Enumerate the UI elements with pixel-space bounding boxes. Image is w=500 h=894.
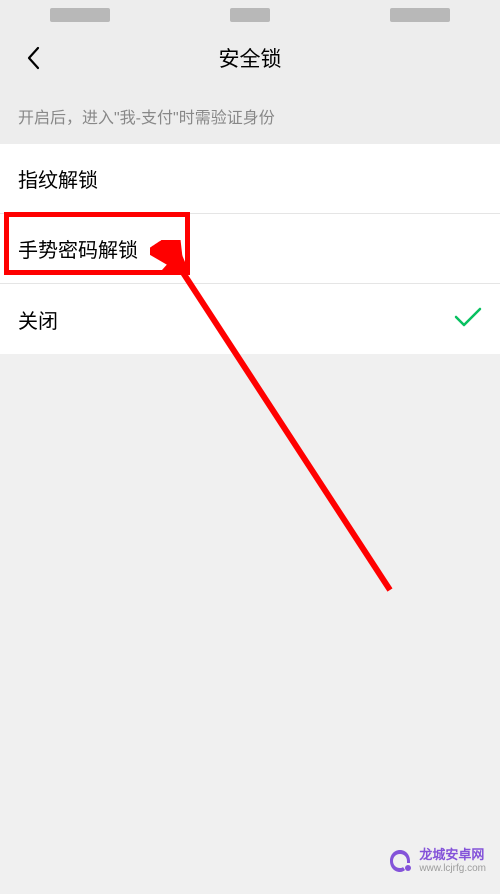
chevron-left-icon	[26, 46, 40, 70]
section-hint: 开启后，进入"我-支付"时需验证身份	[0, 86, 500, 144]
back-button[interactable]	[18, 43, 48, 73]
page-title: 安全锁	[219, 43, 282, 73]
watermark: 龙城安卓网 www.lcjrfg.com	[387, 848, 486, 874]
empty-content	[0, 354, 500, 894]
option-fingerprint[interactable]: 指纹解锁	[0, 144, 500, 214]
option-close[interactable]: 关闭	[0, 284, 500, 354]
option-gesture-password[interactable]: 手势密码解锁	[0, 214, 500, 284]
status-right-obscured	[390, 8, 450, 22]
option-label: 手势密码解锁	[18, 234, 138, 263]
status-bar	[0, 0, 500, 30]
watermark-text: 龙城安卓网 www.lcjrfg.com	[419, 848, 486, 873]
options-list: 指纹解锁 手势密码解锁 关闭	[0, 144, 500, 354]
status-center-obscured	[230, 8, 270, 22]
status-left-obscured	[50, 8, 110, 22]
option-label: 关闭	[18, 305, 58, 334]
watermark-cn: 龙城安卓网	[419, 848, 484, 862]
watermark-url: www.lcjrfg.com	[419, 863, 486, 874]
watermark-logo-icon	[387, 848, 413, 874]
option-label: 指纹解锁	[18, 164, 98, 193]
checkmark-icon	[454, 306, 482, 333]
header: 安全锁	[0, 30, 500, 86]
